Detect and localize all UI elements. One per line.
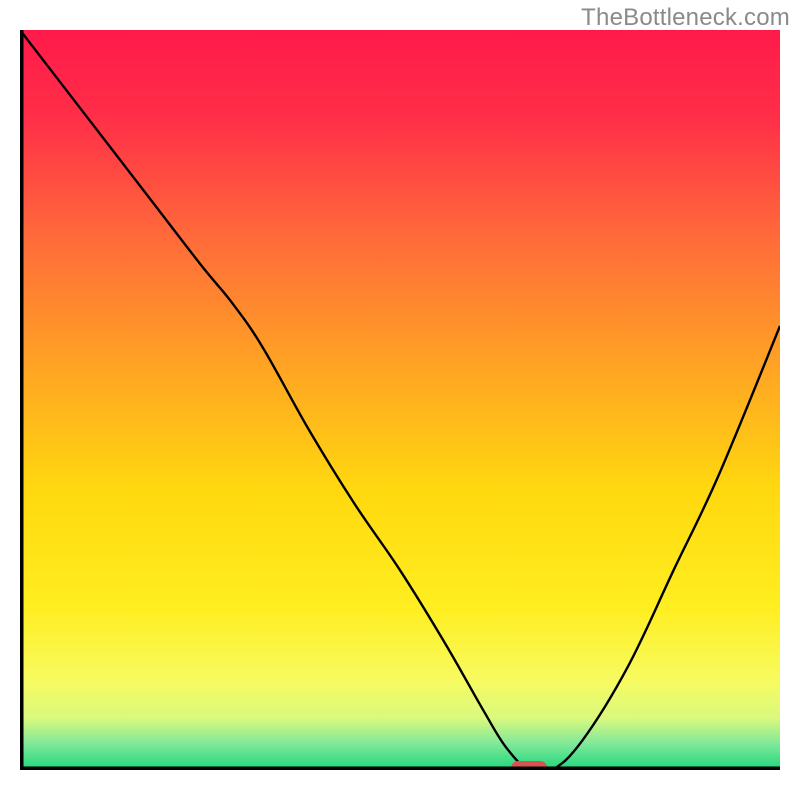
chart-svg [20, 30, 780, 770]
watermark-label: TheBottleneck.com [581, 4, 790, 32]
chart-container: TheBottleneck.com [0, 0, 800, 800]
plot-area [20, 30, 780, 770]
gradient-background [20, 30, 780, 770]
